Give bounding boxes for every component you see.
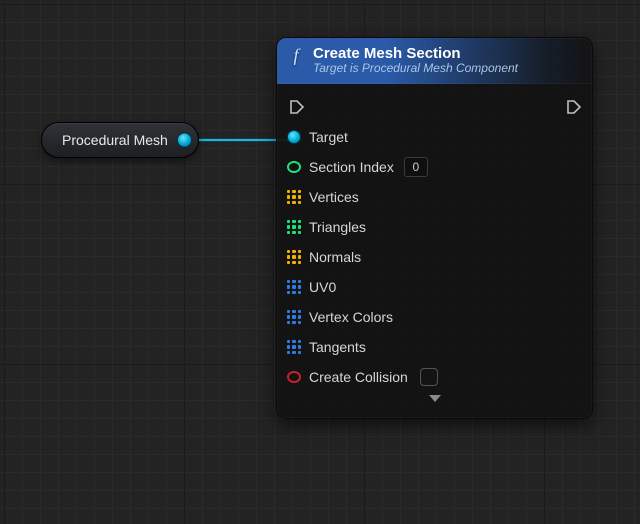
node-title: Create Mesh Section [313,45,518,62]
pin-row-vertices: Vertices [287,182,582,212]
vertices-pin[interactable] [287,190,301,204]
node-header[interactable]: f Create Mesh Section Target is Procedur… [277,38,592,84]
function-icon: f [287,46,305,64]
tangents-pin[interactable] [287,340,301,354]
tangents-label: Tangents [309,339,366,355]
section-index-input[interactable]: 0 [404,157,428,177]
create-collision-checkbox[interactable] [420,368,438,386]
create-collision-label: Create Collision [309,369,408,385]
exec-in-pin[interactable] [289,99,303,113]
normals-pin[interactable] [287,250,301,264]
node-body: Target Section Index 0 Vertices Triangle… [277,84,592,418]
create-collision-pin[interactable] [287,371,301,383]
pin-row-uv0: UV0 [287,272,582,302]
variable-label: Procedural Mesh [62,132,168,148]
chevron-down-icon [428,394,442,404]
vertex-colors-label: Vertex Colors [309,309,393,325]
pin-row-section-index: Section Index 0 [287,152,582,182]
node-subtitle: Target is Procedural Mesh Component [313,62,518,76]
expand-node-toggle[interactable] [287,392,582,414]
pin-row-tangents: Tangents [287,332,582,362]
triangles-label: Triangles [309,219,366,235]
node-variable-procedural-mesh[interactable]: Procedural Mesh [41,122,199,158]
uv0-pin[interactable] [287,280,301,294]
variable-output-pin[interactable] [177,133,192,148]
exec-row [287,92,582,122]
exec-out-pin[interactable] [566,99,580,113]
pin-row-vertex-colors: Vertex Colors [287,302,582,332]
target-label: Target [309,129,348,145]
normals-label: Normals [309,249,361,265]
triangles-pin[interactable] [287,220,301,234]
vertices-label: Vertices [309,189,359,205]
uv0-label: UV0 [309,279,336,295]
section-index-pin[interactable] [287,161,301,173]
vertex-colors-pin[interactable] [287,310,301,324]
pin-row-create-collision: Create Collision [287,362,582,392]
section-index-label: Section Index [309,159,394,175]
pin-row-target: Target [287,122,582,152]
pin-row-normals: Normals [287,242,582,272]
pin-row-triangles: Triangles [287,212,582,242]
node-create-mesh-section[interactable]: f Create Mesh Section Target is Procedur… [276,37,593,419]
target-pin[interactable] [287,130,301,144]
